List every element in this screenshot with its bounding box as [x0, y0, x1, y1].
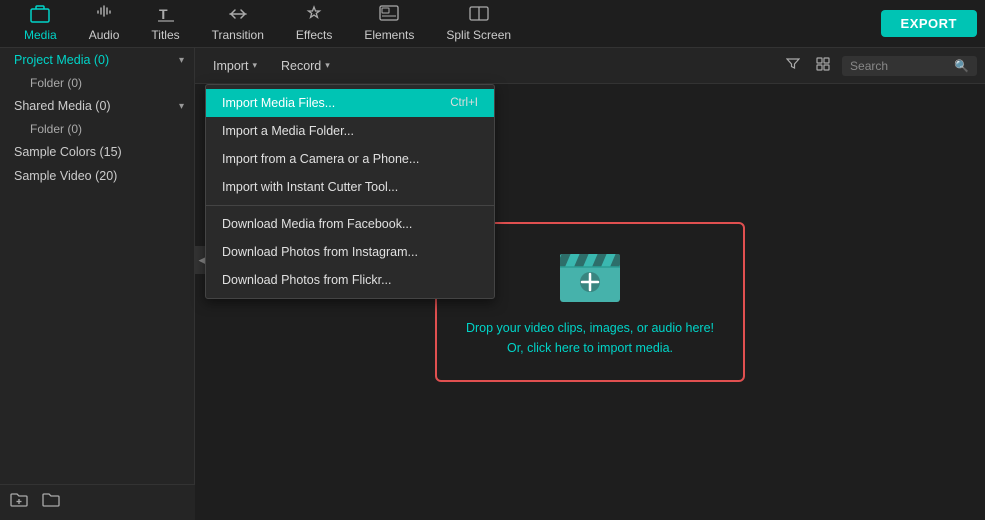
toolbar-media[interactable]: Media — [8, 1, 73, 46]
toolbar-transition[interactable]: Transition — [196, 1, 280, 46]
split-screen-icon — [469, 5, 489, 26]
toolbar-right: 🔍 — [782, 53, 977, 78]
export-button[interactable]: EXPORT — [881, 10, 977, 37]
elements-icon — [379, 5, 399, 26]
menu-item-download-facebook[interactable]: Download Media from Facebook... — [206, 210, 494, 238]
toolbar-split-screen[interactable]: Split Screen — [430, 1, 527, 46]
media-icon — [30, 5, 50, 26]
sidebar: Project Media (0) ▾ Folder (0) Shared Me… — [0, 48, 195, 520]
menu-item-import-folder[interactable]: Import a Media Folder... — [206, 117, 494, 145]
import-label: Import — [213, 59, 248, 73]
sidebar-bottom — [0, 484, 195, 520]
grid-view-button[interactable] — [812, 53, 834, 78]
toolbar-titles-label: Titles — [151, 28, 179, 42]
menu-item-download-instagram[interactable]: Download Photos from Instagram... — [206, 238, 494, 266]
clapperboard-icon — [556, 246, 624, 306]
menu-item-import-instant[interactable]: Import with Instant Cutter Tool... — [206, 173, 494, 201]
record-label: Record — [281, 59, 321, 73]
drop-zone-line1: Drop your video clips, images, or audio … — [466, 318, 714, 338]
toolbar-elements-label: Elements — [364, 28, 414, 42]
sidebar-item-sample-video[interactable]: Sample Video (20) — [0, 164, 194, 188]
toolbar-media-label: Media — [24, 28, 57, 42]
filter-button[interactable] — [782, 53, 804, 78]
toolbar-split-screen-label: Split Screen — [446, 28, 511, 42]
top-toolbar: Media Audio T Titles Transition — [0, 0, 985, 48]
toolbar-effects-label: Effects — [296, 28, 332, 42]
record-dropdown-button[interactable]: Record ▾ — [271, 55, 340, 77]
menu-item-import-camera[interactable]: Import from a Camera or a Phone... — [206, 145, 494, 173]
toolbar-titles[interactable]: T Titles — [135, 1, 195, 46]
import-dropdown-button[interactable]: Import ▾ — [203, 55, 267, 77]
svg-text:T: T — [159, 6, 168, 22]
toolbar-effects[interactable]: Effects — [280, 1, 348, 46]
drop-zone-text: Drop your video clips, images, or audio … — [466, 318, 714, 358]
toolbar-audio[interactable]: Audio — [73, 1, 136, 46]
search-box: 🔍 — [842, 56, 977, 76]
sidebar-item-shared-folder[interactable]: Folder (0) — [0, 118, 194, 140]
project-media-label: Project Media (0) — [14, 53, 109, 67]
import-dropdown-menu: Import Media Files... Ctrl+I Import a Me… — [205, 84, 495, 299]
drop-zone-line2: Or, click here to import media. — [466, 338, 714, 358]
sidebar-item-shared-media[interactable]: Shared Media (0) ▾ — [0, 94, 194, 118]
import-arrow-icon: ▾ — [252, 60, 257, 71]
audio-icon — [95, 5, 113, 26]
content-toolbar: Import ▾ Record ▾ — [195, 48, 985, 84]
toolbar-elements[interactable]: Elements — [348, 1, 430, 46]
search-icon: 🔍 — [954, 59, 969, 73]
expand-icon: ▾ — [179, 55, 184, 66]
sidebar-item-folder[interactable]: Folder (0) — [0, 72, 194, 94]
record-arrow-icon: ▾ — [325, 60, 330, 71]
menu-separator-1 — [206, 205, 494, 206]
transition-icon — [228, 5, 248, 26]
toolbar-audio-label: Audio — [89, 28, 120, 42]
expand-icon-2: ▾ — [179, 101, 184, 112]
new-folder-icon[interactable] — [42, 491, 60, 514]
titles-icon: T — [157, 5, 175, 26]
sidebar-item-sample-colors[interactable]: Sample Colors (15) — [0, 140, 194, 164]
toolbar-transition-label: Transition — [212, 28, 264, 42]
search-input[interactable] — [850, 59, 950, 73]
shared-media-label: Shared Media (0) — [14, 99, 111, 113]
sidebar-item-project-media[interactable]: Project Media (0) ▾ — [0, 48, 194, 72]
menu-item-download-flickr[interactable]: Download Photos from Flickr... — [206, 266, 494, 294]
menu-item-import-files[interactable]: Import Media Files... Ctrl+I — [206, 89, 494, 117]
effects-icon — [305, 5, 323, 26]
add-folder-icon[interactable] — [10, 491, 28, 514]
